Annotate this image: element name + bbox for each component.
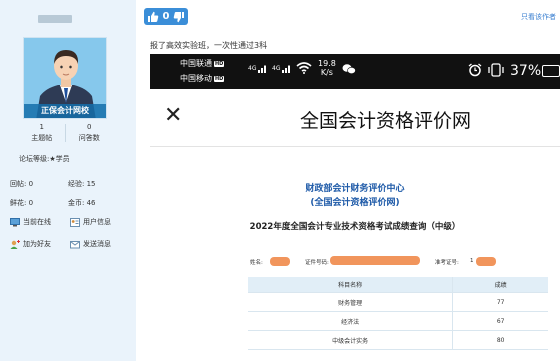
- author-username-blurred[interactable]: [38, 15, 72, 23]
- battery-percent: 37%: [510, 63, 542, 79]
- carrier-mobile: 中国移动 HD: [180, 74, 225, 83]
- field-exam-no-partial: 1: [470, 258, 474, 264]
- thumbs-down-icon[interactable]: [173, 11, 185, 23]
- like-button[interactable]: 0: [144, 8, 188, 25]
- author-actions: 当前在线 用户信息 加为好友 发送消息: [10, 211, 134, 255]
- wechat-icon: [342, 64, 356, 75]
- author-only-link[interactable]: 只看该作者: [521, 12, 556, 22]
- monitor-icon: [10, 217, 20, 226]
- stat-value: 0: [87, 123, 92, 131]
- report-title: 2022年度全国会计专业技术资格考试成绩查询（中级）: [249, 222, 461, 232]
- stat-divider: [65, 124, 66, 142]
- header-subject: 科目名称: [338, 282, 363, 289]
- network-speed: 19.8 K/s: [318, 59, 336, 77]
- author-stats: 1 主题帖 0 问答数: [18, 122, 113, 144]
- stat-questions[interactable]: 0 问答数: [66, 122, 114, 144]
- center-name: 财政部会计财务评价中心: [305, 184, 405, 194]
- avatar-banner: 正保会计网校: [24, 104, 106, 118]
- attached-screenshot[interactable]: 中国联通 HD 中国移动 HD 4G 4G 19.8 K/s 37% ✕ 全国会计资格…: [150, 54, 560, 361]
- table-row: 中级会计实务 80: [248, 331, 548, 350]
- info-replies: 回帖: 0: [10, 179, 34, 188]
- stat-label: 问答数: [78, 134, 100, 142]
- wifi-icon: [296, 62, 312, 74]
- redacted-name: [270, 257, 290, 266]
- app-header: ✕ 全国会计资格评价网: [150, 89, 560, 147]
- online-now-link[interactable]: 当前在线: [10, 217, 70, 227]
- online-now-label: 当前在线: [23, 218, 51, 226]
- add-friend-icon: [10, 239, 20, 249]
- user-info-label: 用户信息: [83, 218, 111, 226]
- field-exam-no-label: 准考证号:: [435, 260, 459, 266]
- stat-label: 主题帖: [31, 134, 53, 142]
- author-info: 回帖: 0 经验: 15 鲜花: 0 金币: 46: [10, 174, 130, 212]
- forum-level-label: 论坛等级:: [19, 155, 50, 163]
- candidate-fields: 姓名: 证件号码: 准考证号: 1: [250, 256, 550, 270]
- score-table: 科目名称 成绩 财务管理 77 经济法 67 中级会计实务 80: [248, 277, 548, 350]
- redacted-exam-no: [476, 257, 496, 266]
- post-body-text: 报了高效实验班，一次性通过3科: [150, 41, 268, 50]
- battery-icon: [542, 65, 560, 77]
- thumbs-up-icon: [148, 11, 159, 22]
- info-coins: 金币: 46: [68, 198, 96, 207]
- redacted-id: [330, 256, 420, 265]
- table-row: 财务管理 77: [248, 293, 548, 312]
- app-title: 全国会计资格评价网: [300, 110, 472, 132]
- carrier-unicom: 中国联通 HD: [180, 59, 225, 68]
- signal-bars-icon: [258, 65, 266, 73]
- send-message-link[interactable]: 发送消息: [70, 239, 130, 249]
- send-message-label: 发送消息: [83, 240, 111, 248]
- message-icon: [70, 240, 80, 248]
- alarm-icon: [468, 63, 482, 77]
- header-score: 成绩: [494, 282, 507, 289]
- field-id-label: 证件号码:: [305, 260, 329, 266]
- forum-level: 论坛等级:★学员: [19, 154, 70, 164]
- vibrate-icon: [488, 63, 504, 77]
- stat-value: 1: [39, 123, 44, 131]
- table-header: 科目名称 成绩: [248, 277, 548, 293]
- like-count: 0: [162, 11, 170, 22]
- close-icon[interactable]: ✕: [164, 105, 182, 127]
- avatar[interactable]: 正保会计网校: [23, 37, 107, 119]
- add-friend-link[interactable]: 加为好友: [10, 239, 70, 249]
- center-subtitle: (全国会计资格评价网): [310, 198, 400, 208]
- info-flowers: 鲜花: 0: [10, 198, 34, 207]
- author-sidebar: 正保会计网校 1 主题帖 0 问答数 论坛等级:★学员 回帖: 0 经验: 15…: [0, 0, 136, 361]
- info-experience: 经验: 15: [68, 179, 96, 188]
- phone-status-bar: 中国联通 HD 中国移动 HD 4G 4G 19.8 K/s 37%: [150, 54, 560, 89]
- signal-4g-2: 4G: [272, 65, 281, 72]
- field-name-label: 姓名:: [250, 260, 263, 266]
- user-info-link[interactable]: 用户信息: [70, 217, 130, 227]
- signal-4g-1: 4G: [248, 65, 257, 72]
- stat-threads[interactable]: 1 主题帖: [18, 122, 66, 144]
- signal-bars-icon: [282, 65, 290, 73]
- forum-level-value: ★学员: [49, 155, 70, 163]
- table-row: 经济法 67: [248, 312, 548, 331]
- add-friend-label: 加为好友: [23, 240, 51, 248]
- user-card-icon: [70, 217, 80, 227]
